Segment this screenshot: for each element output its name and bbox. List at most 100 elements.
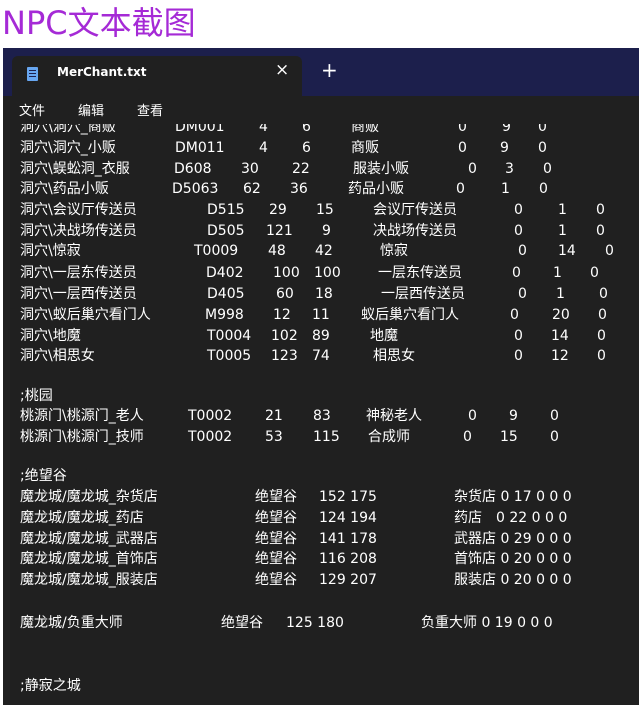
npc-info: 负重大师 0 19 0 0 0 [421,615,553,631]
new-tab-icon[interactable]: + [321,60,338,80]
menu-view[interactable]: 查看 [137,100,163,119]
npc-value-1: 0 [518,286,527,302]
npc-info: 杂货店 0 17 0 0 0 [454,489,572,505]
npc-id: T0009 [194,243,239,259]
npc-path: 洞穴\相思女 [20,348,95,364]
page-title: NPC文本截图 [2,4,196,42]
npc-value-2: 15 [500,429,518,445]
npc-value-2: 12 [551,348,569,364]
npc-id: DM011 [175,140,225,156]
npc-y: 22 [292,161,310,177]
npc-path: 魔龙城/魔龙城_首饰店 [20,551,158,567]
npc-value-1: 0 [514,348,523,364]
npc-name: 神秘老人 [366,408,422,424]
npc-path: 洞穴\地魔 [20,328,81,344]
npc-name: 商贩 [351,124,379,135]
npc-value-3: 0 [543,161,552,177]
menu-bar: 文件 编辑 查看 [3,96,639,124]
notepad-icon [27,67,38,81]
npc-path: 洞穴\蚁后巢穴看门人 [20,307,151,323]
npc-value-1: 0 [518,243,527,259]
npc-value-2: 1 [558,202,567,218]
npc-y: 42 [315,243,333,259]
npc-y: 36 [290,181,308,197]
npc-value-1: 0 [514,202,523,218]
close-tab-icon[interactable]: × [275,60,289,80]
npc-path: 洞穴\惊寂 [20,243,81,259]
npc-value-1: 0 [510,307,519,323]
npc-id: D5063 [172,181,219,197]
npc-value-1: 0 [514,328,523,344]
npc-value-2: 1 [556,286,565,302]
tab-title: MerChant.txt [57,65,147,79]
npc-id: D515 [207,202,245,218]
menu-edit[interactable]: 编辑 [78,100,104,119]
npc-value-1: 0 [458,140,467,156]
npc-path: 洞穴\蜈蚣洞_衣服 [20,161,130,177]
npc-value-1: 0 [463,429,472,445]
npc-id: T0005 [207,348,252,364]
npc-name: 会议厅传送员 [373,202,457,218]
npc-value-2: 14 [558,243,576,259]
npc-name: 地魔 [370,328,398,344]
npc-id: T0004 [207,328,252,344]
npc-value-3: 0 [590,265,599,281]
npc-name: 商贩 [351,140,379,156]
npc-value-3: 0 [550,408,559,424]
npc-path: 洞穴\一层西传送员 [20,286,137,302]
npc-x: 29 [269,202,287,218]
npc-path: 魔龙城/魔龙城_药店 [20,510,144,526]
npc-value-1: 0 [468,408,477,424]
npc-value-3: 0 [538,124,547,135]
npc-name: 一层西传送员 [381,286,465,302]
menu-file[interactable]: 文件 [19,100,45,119]
npc-value-3: 0 [596,223,605,239]
npc-coords: 124 194 [319,510,377,526]
npc-coords: 152 175 [319,489,377,505]
npc-value-2: 3 [505,161,514,177]
title-bar: MerChant.txt × + [3,48,639,96]
npc-y: 6 [302,140,311,156]
npc-path: 魔龙城/负重大师 [20,615,123,631]
npc-info: 药店 0 22 0 0 0 [454,510,568,526]
npc-value-2: 1 [501,181,510,197]
npc-path: 洞穴\一层东传送员 [20,265,137,281]
npc-y: 18 [315,286,333,302]
npc-value-3: 0 [596,202,605,218]
npc-path: 洞穴\药品小贩 [20,181,109,197]
npc-path: 桃源门\桃源门_技师 [20,429,144,445]
npc-value-3: 0 [550,429,559,445]
npc-path: 桃源门\桃源门_老人 [20,408,144,424]
notepad-window: MerChant.txt × + 文件 编辑 查看 洞穴\洞穴_商贩 DM001… [3,48,639,705]
npc-value-3: 0 [597,328,606,344]
npc-value-2: 1 [553,265,562,281]
npc-value-1: 0 [514,223,523,239]
npc-id: T0002 [188,408,233,424]
npc-x: 100 [273,265,300,281]
section-comment: ;桃园 [20,388,53,404]
npc-map: 绝望谷 [255,551,297,567]
npc-y: 100 [314,265,341,281]
npc-x: 62 [243,181,261,197]
npc-value-1: 0 [456,181,465,197]
npc-id: M998 [205,307,244,323]
npc-value-2: 9 [500,140,509,156]
npc-id: D505 [207,223,245,239]
npc-name: 合成师 [368,429,410,445]
npc-path: 魔龙城/魔龙城_服装店 [20,572,158,588]
text-editor[interactable]: 洞穴\洞穴_商贩 DM001 4 6 商贩 0 9 0 洞穴\洞穴_小贩 DM0… [3,124,639,705]
npc-coords: 141 178 [319,531,377,547]
npc-x: 123 [271,348,298,364]
npc-name: 决战场传送员 [373,223,457,239]
npc-map: 绝望谷 [255,510,297,526]
npc-value-1: 0 [458,124,467,135]
npc-value-2: 9 [509,408,518,424]
npc-path: 魔龙城/魔龙城_杂货店 [20,489,158,505]
npc-name: 相思女 [373,348,415,364]
npc-x: 12 [273,307,291,323]
npc-id: D608 [174,161,212,177]
file-tab[interactable]: MerChant.txt × [12,56,302,96]
npc-coords: 129 207 [319,572,377,588]
npc-value-3: 0 [598,307,607,323]
npc-name: 惊寂 [380,243,408,259]
